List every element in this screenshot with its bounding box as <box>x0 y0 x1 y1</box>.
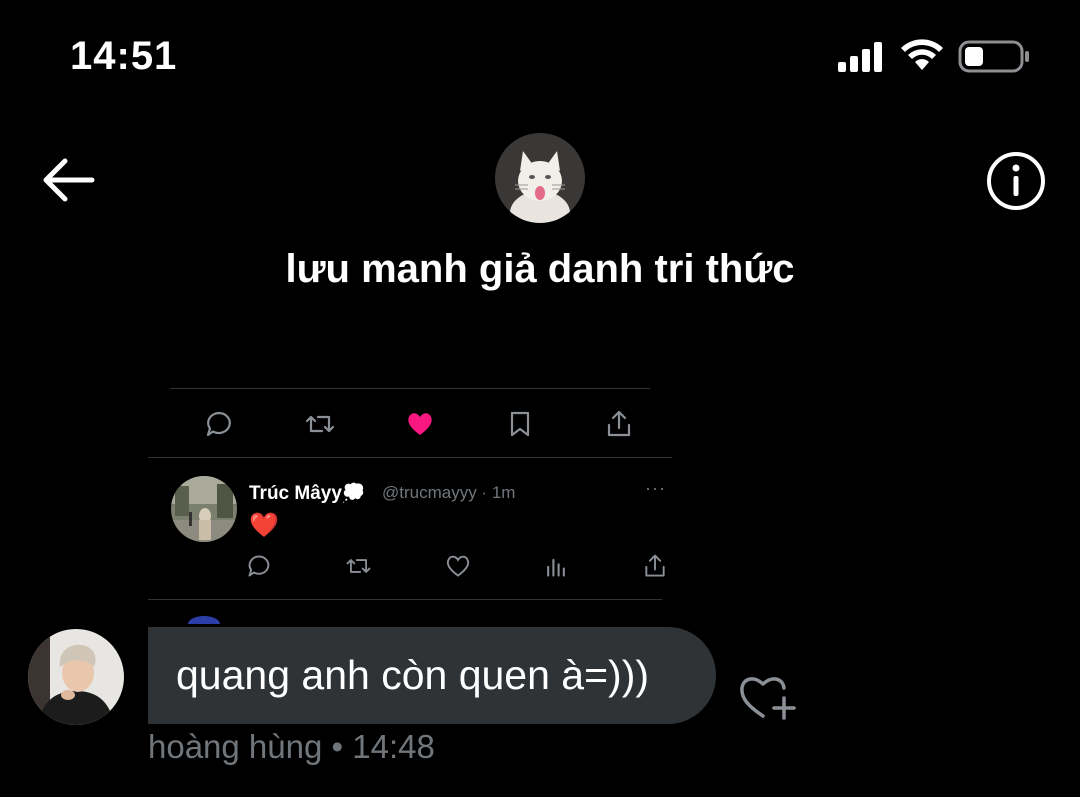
share-icon <box>607 410 631 437</box>
top-actions-row <box>204 408 634 440</box>
battery-icon <box>958 40 1029 73</box>
back-arrow-icon[interactable] <box>38 152 98 208</box>
next-tweet-avatar-edge <box>188 616 220 624</box>
status-time: 14:51 <box>70 34 178 78</box>
retweet-icon <box>305 415 334 433</box>
status-icons <box>838 39 1029 73</box>
conversation-avatar[interactable] <box>495 133 585 223</box>
analytics-icon <box>547 558 566 577</box>
more-icon: ··· <box>645 478 666 498</box>
tweet-body: ❤️ <box>249 512 279 539</box>
shared-screenshot[interactable]: Trúc Mâyy💭 @trucmayyy · 1m ··· ❤️ <box>148 388 672 624</box>
info-icon[interactable] <box>985 150 1047 212</box>
add-reaction-icon[interactable] <box>738 670 796 722</box>
sender-avatar[interactable] <box>28 629 124 725</box>
bookmark-icon <box>510 411 529 437</box>
divider <box>170 388 650 389</box>
message-meta: hoàng hùng • 14:48 <box>148 728 435 765</box>
reply-icon <box>248 555 270 577</box>
wifi-icon <box>901 39 943 70</box>
conversation-title: lưu manh giả danh tri thức <box>285 247 795 291</box>
retweet-icon <box>346 559 371 573</box>
tweet-author-avatar <box>171 476 237 542</box>
like-filled-icon <box>408 413 432 435</box>
signal-icon <box>838 42 882 72</box>
tweet-author-name: Trúc Mâyy💭 <box>249 483 366 504</box>
divider <box>148 599 662 600</box>
tweet-handle-time: @trucmayyy · 1m <box>382 483 516 502</box>
like-icon <box>446 555 469 577</box>
bottom-actions-row <box>246 552 668 580</box>
divider <box>148 457 672 458</box>
message-text: quang anh còn quen à=))) <box>176 652 650 698</box>
reply-icon <box>206 411 231 437</box>
message-bubble[interactable]: quang anh còn quen à=))) <box>148 627 716 724</box>
share-icon <box>645 554 665 577</box>
